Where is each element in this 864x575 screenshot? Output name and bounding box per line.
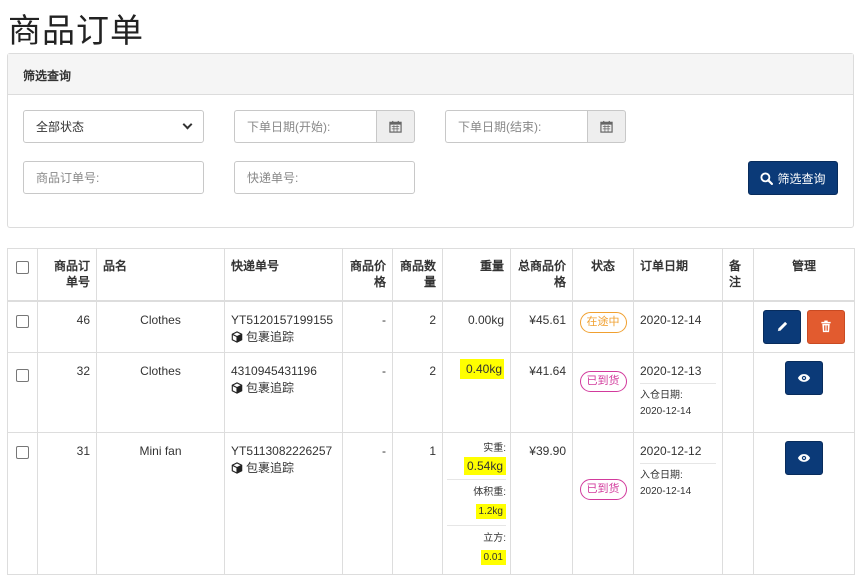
status-badge: 已到货 bbox=[579, 371, 627, 392]
cubic-value: 0.01 bbox=[480, 550, 506, 565]
unit-price: - bbox=[342, 352, 393, 433]
page-title: 商品订单 bbox=[8, 12, 144, 49]
eye-icon bbox=[797, 374, 811, 382]
date-start-input[interactable]: 下单日期(开始): bbox=[234, 110, 376, 143]
table-header-row: 商品订单号 品名 快递单号 商品价格 商品数量 重量 总商品价格 状态 订单日期… bbox=[7, 248, 855, 302]
view-button[interactable] bbox=[785, 441, 823, 475]
warehouse-date: 2020-12-14 bbox=[640, 486, 692, 497]
col-total[interactable]: 总商品价格 bbox=[510, 248, 573, 302]
order-date: 2020-12-13 bbox=[640, 364, 702, 378]
calendar-icon[interactable] bbox=[376, 110, 415, 143]
note-cell bbox=[722, 432, 754, 575]
volume-weight-label: 体积重: bbox=[473, 487, 506, 498]
col-product[interactable]: 品名 bbox=[96, 248, 225, 302]
row-checkbox[interactable] bbox=[16, 369, 29, 382]
trash-icon bbox=[821, 320, 831, 333]
search-icon bbox=[760, 171, 774, 185]
warehouse-date-label: 入仓日期: bbox=[640, 470, 683, 481]
col-status[interactable]: 状态 bbox=[572, 248, 634, 302]
filter-search-label: 筛选查询 bbox=[777, 171, 826, 186]
tracking-no: YT5120157199155 bbox=[231, 312, 334, 327]
unit-price: - bbox=[342, 300, 393, 353]
track-label: 包裹追踪 bbox=[246, 461, 295, 475]
date-start-group: 下单日期(开始): bbox=[234, 110, 415, 143]
track-label: 包裹追踪 bbox=[246, 329, 295, 344]
order-no: 46 bbox=[37, 300, 97, 353]
warehouse-date: 2020-12-14 bbox=[640, 406, 692, 417]
product-name: Clothes bbox=[96, 300, 225, 353]
status-badge: 已到货 bbox=[579, 479, 627, 500]
eye-icon bbox=[797, 454, 811, 462]
unit-price: - bbox=[342, 432, 393, 575]
col-price[interactable]: 商品价格 bbox=[342, 248, 393, 302]
view-button[interactable] bbox=[785, 361, 823, 395]
quantity: 2 bbox=[392, 300, 443, 353]
pencil-icon bbox=[777, 321, 787, 332]
delete-button[interactable] bbox=[806, 309, 845, 344]
tracking-no-input[interactable]: 快递单号: bbox=[234, 161, 415, 194]
table-row: 31 Mini fan YT5113082226257 包裹追踪 - 1 实重:… bbox=[7, 432, 855, 575]
divider bbox=[447, 479, 506, 480]
filter-search-button[interactable]: 筛选查询 bbox=[748, 161, 838, 195]
divider bbox=[447, 525, 506, 526]
col-date[interactable]: 订单日期 bbox=[633, 248, 723, 302]
total-price: ¥41.64 bbox=[510, 352, 573, 433]
actual-weight-label: 实重: bbox=[483, 443, 506, 454]
select-all-checkbox[interactable] bbox=[16, 261, 29, 274]
date-end-group: 下单日期(结束): bbox=[445, 110, 626, 143]
order-date: 2020-12-12 bbox=[640, 444, 702, 458]
package-icon bbox=[231, 382, 243, 394]
package-icon bbox=[231, 330, 243, 343]
row-checkbox[interactable] bbox=[16, 446, 29, 459]
actual-weight: 0.54kg bbox=[463, 457, 506, 475]
divider bbox=[640, 383, 716, 384]
order-no: 31 bbox=[37, 432, 97, 575]
col-tracking[interactable]: 快递单号 bbox=[224, 248, 343, 302]
status-badge: 在途中 bbox=[579, 311, 627, 333]
product-name: Mini fan bbox=[96, 432, 225, 575]
table-row: 46 Clothes YT5120157199155 包裹追踪 - 2 0.00… bbox=[7, 300, 855, 353]
date-end-input[interactable]: 下单日期(结束): bbox=[445, 110, 587, 143]
col-manage: 管理 bbox=[753, 248, 855, 302]
edit-button[interactable] bbox=[763, 309, 802, 344]
calendar-icon[interactable] bbox=[587, 110, 626, 143]
cubic-label: 立方: bbox=[483, 533, 506, 544]
note-cell bbox=[722, 352, 754, 433]
quantity: 2 bbox=[392, 352, 443, 433]
total-price: ¥45.61 bbox=[510, 300, 573, 353]
col-qty[interactable]: 商品数量 bbox=[392, 248, 443, 302]
track-link[interactable]: 包裹追踪 bbox=[231, 380, 336, 396]
order-date: 2020-12-14 bbox=[633, 300, 723, 353]
track-link[interactable]: 包裹追踪 bbox=[231, 460, 336, 476]
divider bbox=[640, 463, 716, 464]
col-weight[interactable]: 重量 bbox=[442, 248, 511, 302]
warehouse-date-label: 入仓日期: bbox=[640, 390, 683, 401]
tracking-no: YT5113082226257 bbox=[231, 444, 333, 458]
note-cell bbox=[722, 300, 754, 353]
product-name: Clothes bbox=[96, 352, 225, 433]
filter-panel: 筛选查询 全部状态 下单日期(开始): 下单日期(结束): 商品订单号: 快递单… bbox=[7, 53, 854, 228]
filter-panel-title: 筛选查询 bbox=[8, 54, 853, 95]
order-no: 32 bbox=[37, 352, 97, 433]
package-icon bbox=[231, 462, 243, 474]
order-no-input[interactable]: 商品订单号: bbox=[23, 161, 204, 194]
total-price: ¥39.90 bbox=[510, 432, 573, 575]
track-link[interactable]: 包裹追踪 bbox=[231, 329, 336, 345]
track-label: 包裹追踪 bbox=[246, 381, 295, 395]
col-note[interactable]: 备注 bbox=[722, 248, 754, 302]
status-select-value: 全部状态 bbox=[36, 120, 85, 134]
chevron-down-icon bbox=[182, 119, 193, 130]
col-order-no[interactable]: 商品订单号 bbox=[37, 248, 97, 302]
orders-table: 商品订单号 品名 快递单号 商品价格 商品数量 重量 总商品价格 状态 订单日期… bbox=[7, 248, 855, 575]
weight: 0.40kg bbox=[459, 359, 504, 379]
status-select[interactable]: 全部状态 bbox=[23, 110, 204, 143]
volume-weight: 1.2kg bbox=[475, 504, 506, 519]
row-checkbox[interactable] bbox=[16, 314, 29, 328]
weight: 0.00kg bbox=[442, 300, 511, 353]
quantity: 1 bbox=[392, 432, 443, 575]
tracking-no: 4310945431196 bbox=[231, 364, 317, 378]
table-row: 32 Clothes 4310945431196 包裹追踪 - 2 0.40kg… bbox=[7, 352, 855, 433]
